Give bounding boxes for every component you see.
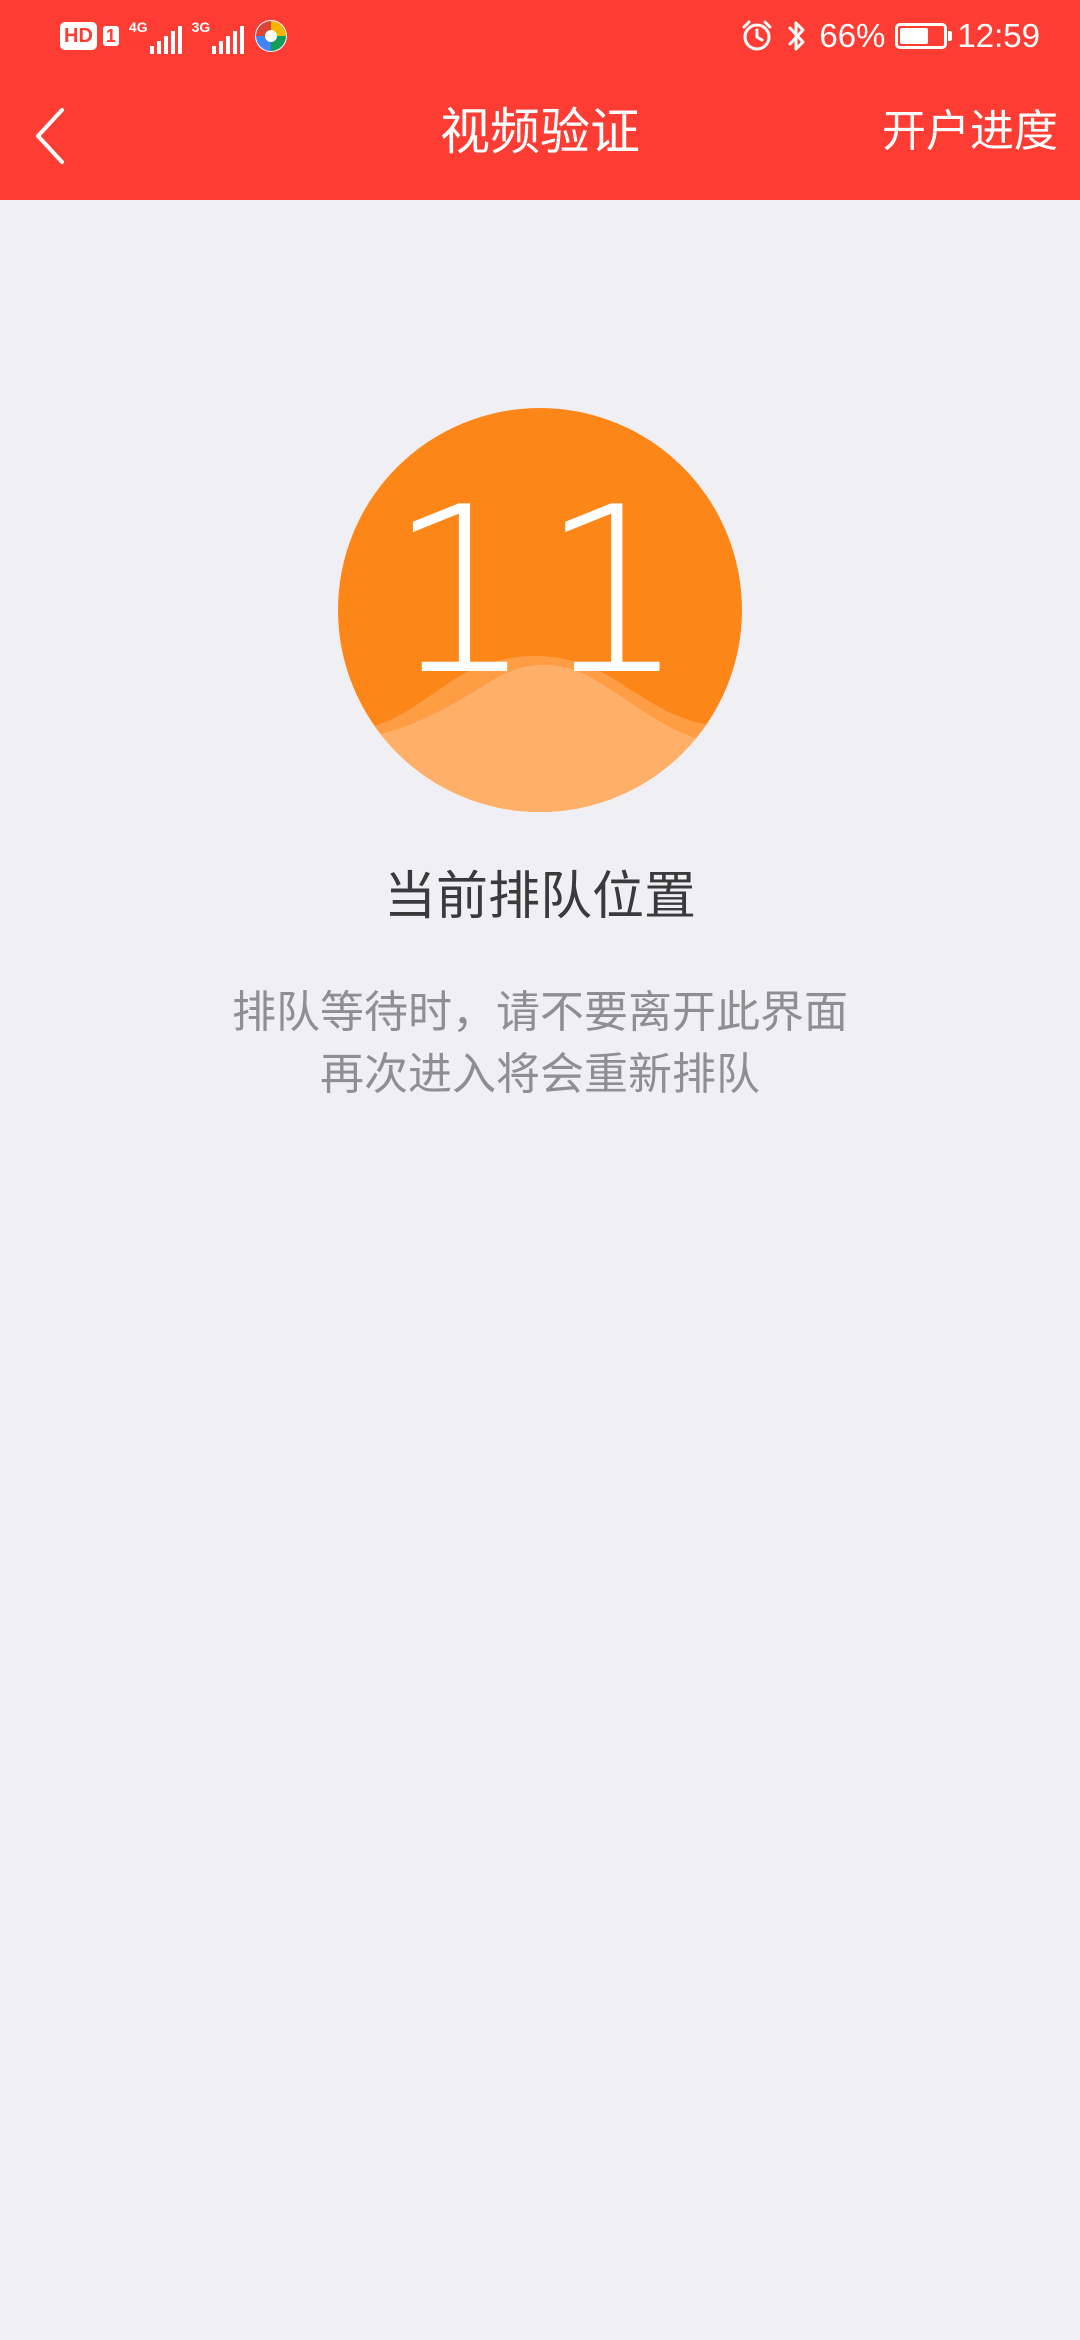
queue-hint-line: 排队等待时，请不要离开此界面	[232, 987, 848, 1038]
network-type-2: 3G	[191, 19, 211, 35]
queue-number: 11	[387, 459, 693, 726]
status-left: HD 1 4G 3G	[60, 16, 288, 56]
signal-1: 4G	[129, 18, 182, 54]
clock: 12:59	[957, 17, 1040, 54]
queue-hint: 排队等待时，请不要离开此界面 再次进入将会重新排队	[0, 982, 1080, 1106]
queue-label: 当前排队位置	[383, 867, 696, 927]
bluetooth-icon	[788, 21, 805, 51]
status-bar: HD 1 4G 3G 66% 12:59	[0, 0, 1080, 72]
status-right: 66% 12:59	[739, 12, 1040, 60]
sim-slot-badge: 1	[102, 26, 119, 46]
header: HD 1 4G 3G 66% 12:59 视频验证 开户进度	[0, 0, 1080, 200]
network-type-1: 4G	[128, 19, 148, 35]
account-progress-link[interactable]: 开户进度	[882, 96, 1058, 168]
queue-hint-line: 再次进入将会重新排队	[320, 1049, 760, 1100]
hd-badge: HD	[60, 22, 97, 50]
battery-icon	[895, 23, 953, 49]
battery-fill	[900, 28, 929, 44]
navigation-bar: 视频验证 开户进度	[0, 72, 1080, 200]
alarm-icon	[742, 20, 772, 51]
app-notification-icon	[255, 20, 288, 52]
signal-2: 3G	[192, 18, 245, 54]
battery-percent: 66%	[819, 17, 886, 54]
queue-position-indicator: 11	[338, 408, 742, 812]
signal-bars-icon	[212, 26, 245, 54]
signal-bars-icon	[149, 26, 182, 54]
